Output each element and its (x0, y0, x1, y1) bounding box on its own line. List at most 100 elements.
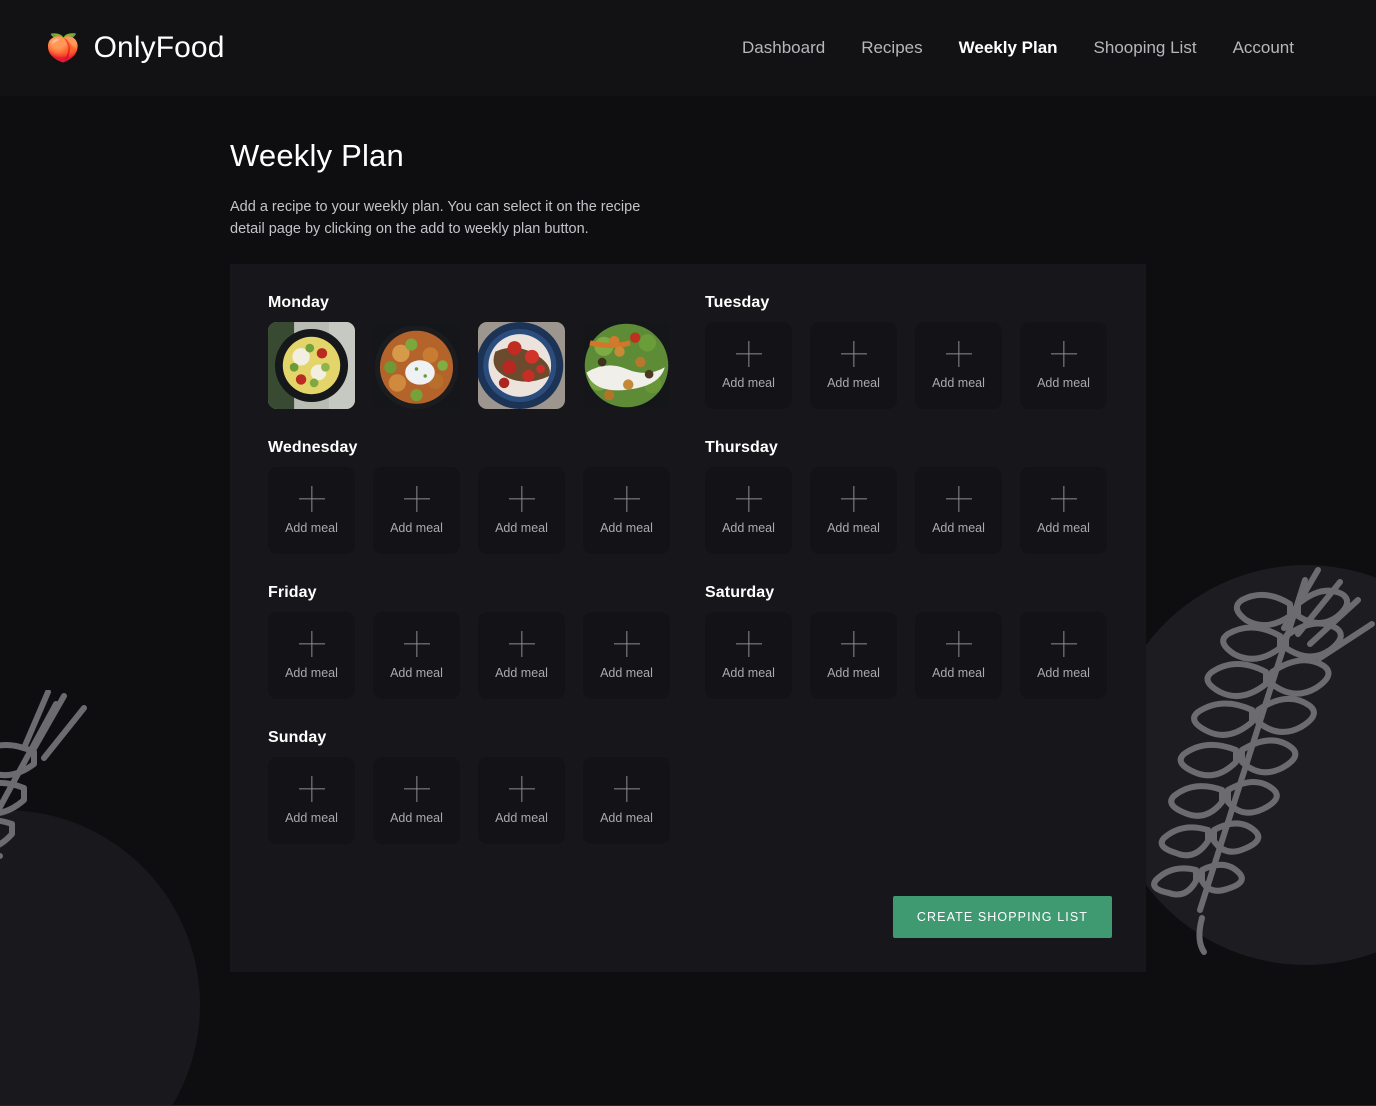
meal-photo-avocado-egg-salad-bowl[interactable] (268, 321, 355, 409)
add-meal-card[interactable]: Add meal (478, 611, 565, 699)
plus-icon (841, 631, 867, 657)
add-meal-label: Add meal (285, 520, 338, 535)
add-meal-label: Add meal (827, 665, 880, 680)
add-meal-label: Add meal (600, 665, 653, 680)
add-meal-label: Add meal (495, 520, 548, 535)
plus-icon (299, 631, 325, 657)
nav-link-shopping-list[interactable]: Shooping List (1094, 38, 1197, 58)
add-meal-card[interactable]: Add meal (268, 756, 355, 844)
add-meal-card[interactable]: Add meal (705, 321, 792, 409)
add-meal-card[interactable]: Add meal (810, 466, 897, 554)
page-title: Weekly Plan (230, 138, 404, 173)
nav-link-weekly-plan[interactable]: Weekly Plan (959, 38, 1058, 58)
plus-icon (509, 631, 535, 657)
plus-icon (299, 486, 325, 512)
day-name-label: Sunday (268, 728, 327, 746)
page-description: Add a recipe to your weekly plan. You ca… (230, 199, 641, 238)
meal-slot-row: Add meal Add meal Add meal Add meal (268, 611, 705, 699)
day-block-sunday: Sunday Add meal Add meal Add meal Add meal (268, 729, 705, 868)
meal-photo-strawberry-granola-yogurt-bowl[interactable] (478, 321, 565, 409)
day-name-label: Tuesday (705, 293, 770, 311)
day-name-label: Wednesday (268, 438, 358, 456)
plus-icon (736, 341, 762, 367)
add-meal-label: Add meal (1037, 375, 1090, 390)
plus-icon (614, 776, 640, 802)
add-meal-label: Add meal (1037, 520, 1090, 535)
add-meal-label: Add meal (1037, 665, 1090, 680)
plus-icon (509, 776, 535, 802)
add-meal-label: Add meal (722, 375, 775, 390)
day-grid: Monday Tuesday Add meal Add meal Add mea… (268, 294, 1112, 868)
add-meal-card[interactable]: Add meal (915, 466, 1002, 554)
add-meal-card[interactable]: Add meal (915, 611, 1002, 699)
create-shopping-list-button[interactable]: CREATE SHOPPING LIST (892, 895, 1112, 938)
add-meal-card[interactable]: Add meal (810, 321, 897, 409)
plus-icon (946, 341, 972, 367)
plus-icon (509, 486, 535, 512)
weekly-plan-panel: Monday Tuesday Add meal Add meal Add mea… (230, 263, 1146, 972)
day-block-monday: Monday (268, 294, 705, 433)
add-meal-card[interactable]: Add meal (705, 611, 792, 699)
day-name-label: Saturday (705, 583, 775, 601)
plus-icon (736, 486, 762, 512)
plus-icon (736, 631, 762, 657)
add-meal-label: Add meal (285, 665, 338, 680)
day-name-label: Monday (268, 293, 330, 311)
nav-link-recipes[interactable]: Recipes (861, 38, 922, 58)
add-meal-label: Add meal (495, 665, 548, 680)
add-meal-card[interactable]: Add meal (915, 321, 1002, 409)
meal-slot-row: Add meal Add meal Add meal Add meal (268, 756, 705, 844)
plus-icon (1051, 486, 1077, 512)
add-meal-card[interactable]: Add meal (373, 756, 460, 844)
add-meal-label: Add meal (932, 520, 985, 535)
add-meal-label: Add meal (390, 810, 443, 825)
add-meal-card[interactable]: Add meal (478, 466, 565, 554)
nav-link-account[interactable]: Account (1233, 38, 1294, 58)
add-meal-label: Add meal (827, 520, 880, 535)
brand-name: OnlyFood (93, 31, 225, 64)
plus-icon (1051, 341, 1077, 367)
add-meal-label: Add meal (390, 665, 443, 680)
add-meal-label: Add meal (495, 810, 548, 825)
brand-logo-link[interactable]: 🍑 OnlyFood (46, 31, 225, 65)
add-meal-card[interactable]: Add meal (1020, 321, 1107, 409)
nav-link-dashboard[interactable]: Dashboard (742, 38, 825, 58)
add-meal-card[interactable]: Add meal (583, 466, 670, 554)
meal-slot-row: Add meal Add meal Add meal Add meal (705, 466, 1112, 554)
add-meal-card[interactable]: Add meal (705, 466, 792, 554)
add-meal-card[interactable]: Add meal (268, 466, 355, 554)
meal-slot-row (268, 321, 705, 409)
add-meal-card[interactable]: Add meal (810, 611, 897, 699)
plus-icon (946, 486, 972, 512)
page-content: Weekly Plan Add a recipe to your weekly … (0, 96, 1376, 972)
add-meal-label: Add meal (932, 665, 985, 680)
add-meal-label: Add meal (722, 665, 775, 680)
add-meal-label: Add meal (600, 520, 653, 535)
peach-icon: 🍑 (46, 32, 80, 63)
add-meal-card[interactable]: Add meal (373, 466, 460, 554)
add-meal-label: Add meal (722, 520, 775, 535)
meal-photo-shrimp-stir-fry-bowl[interactable] (373, 321, 460, 409)
plus-icon (404, 486, 430, 512)
panel-actions: CREATE SHOPPING LIST (268, 895, 1112, 938)
plus-icon (404, 631, 430, 657)
add-meal-card[interactable]: Add meal (583, 611, 670, 699)
main-navigation: Dashboard Recipes Weekly Plan Shooping L… (742, 38, 1294, 58)
add-meal-label: Add meal (285, 810, 338, 825)
plus-icon (1051, 631, 1077, 657)
site-header: 🍑 OnlyFood Dashboard Recipes Weekly Plan… (0, 0, 1376, 96)
add-meal-label: Add meal (390, 520, 443, 535)
add-meal-card[interactable]: Add meal (478, 756, 565, 844)
add-meal-label: Add meal (827, 375, 880, 390)
add-meal-card[interactable]: Add meal (373, 611, 460, 699)
meal-photo-chickpea-garden-salad[interactable] (583, 321, 670, 409)
plus-icon (614, 631, 640, 657)
add-meal-card[interactable]: Add meal (268, 611, 355, 699)
day-name-label: Friday (268, 583, 317, 601)
add-meal-card[interactable]: Add meal (583, 756, 670, 844)
meal-slot-row: Add meal Add meal Add meal Add meal (705, 321, 1112, 409)
meal-slot-row: Add meal Add meal Add meal Add meal (705, 611, 1112, 699)
add-meal-card[interactable]: Add meal (1020, 466, 1107, 554)
day-block-wednesday: Wednesday Add meal Add meal Add meal Add mea… (268, 439, 705, 578)
add-meal-card[interactable]: Add meal (1020, 611, 1107, 699)
